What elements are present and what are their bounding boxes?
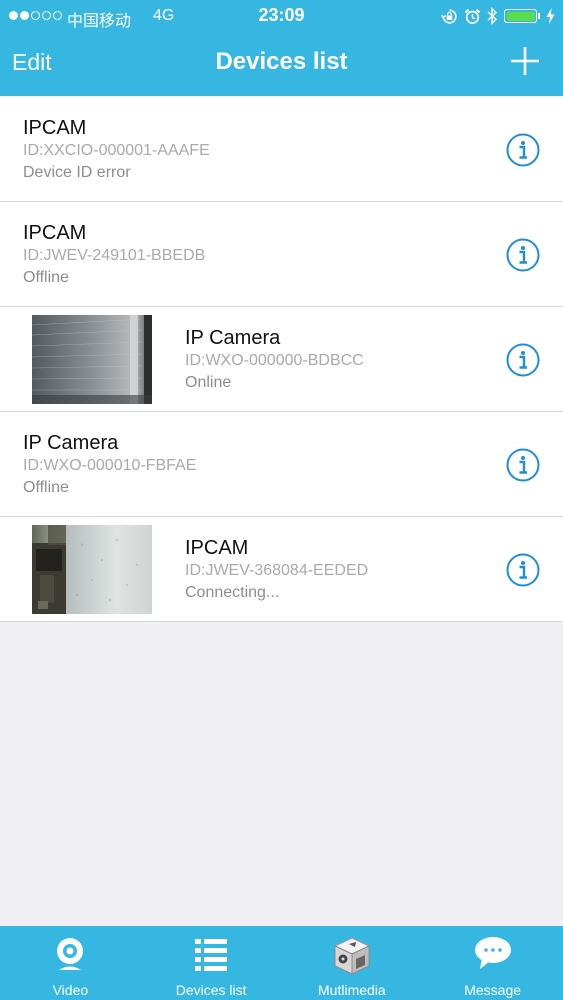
edit-button[interactable]: Edit — [12, 49, 52, 76]
device-row[interactable]: IPCAM ID:XXCIO-000001-AAAFE Device ID er… — [0, 97, 563, 202]
page-title: Devices list — [215, 48, 348, 75]
status-bar: 中国移动 4G 23:09 — [0, 0, 563, 32]
chat-bubble-icon — [474, 937, 511, 969]
device-status: Device ID error — [23, 164, 131, 181]
tab-label: Message — [464, 982, 522, 998]
device-list: IPCAM ID:XXCIO-000001-AAAFE Device ID er… — [0, 97, 563, 622]
info-icon[interactable] — [506, 553, 540, 587]
webcam-icon — [57, 938, 84, 970]
rotation-lock-icon — [441, 8, 457, 24]
list-icon — [195, 939, 228, 971]
header: 中国移动 4G 23:09 Edit Devices list — [0, 0, 563, 96]
device-name: IPCAM — [185, 537, 249, 559]
device-row[interactable]: IP Camera ID:WXO-000000-BDBCC Online — [0, 307, 563, 412]
device-status: Online — [185, 374, 232, 391]
info-icon[interactable] — [506, 448, 540, 482]
device-name: IP Camera — [185, 327, 281, 349]
device-row[interactable]: IPCAM ID:JWEV-249101-BBEDB Offline — [0, 202, 563, 307]
alarm-icon — [464, 8, 481, 24]
battery-icon — [504, 9, 540, 23]
media-box-icon — [333, 937, 371, 975]
device-id: ID:WXO-000000-BDBCC — [185, 352, 364, 369]
bluetooth-icon — [487, 7, 498, 25]
tab-message[interactable]: Message — [422, 926, 563, 1000]
device-row[interactable]: IP Camera ID:WXO-000010-FBFAE Offline — [0, 412, 563, 517]
device-status: Offline — [23, 479, 69, 496]
tab-bar: Video Devices list Mutlimedia Message — [0, 926, 563, 1000]
charging-bolt-icon — [546, 8, 555, 24]
camera-snapshot-image — [32, 315, 152, 404]
device-status: Connecting... — [185, 584, 280, 601]
info-icon[interactable] — [506, 133, 540, 167]
tab-devices-list[interactable]: Devices list — [141, 926, 282, 1000]
device-name: IP Camera — [23, 432, 119, 454]
device-id: ID:JWEV-368084-EEDED — [185, 562, 369, 579]
tab-label: Video — [52, 982, 89, 998]
info-icon[interactable] — [506, 238, 540, 272]
device-id: ID:XXCIO-000001-AAAFE — [23, 142, 210, 159]
camera-snapshot-image — [32, 525, 152, 614]
tab-label: Devices list — [175, 982, 247, 998]
device-row[interactable]: IPCAM ID:JWEV-368084-EEDED Connecting... — [0, 517, 563, 621]
device-name: IPCAM — [23, 117, 87, 139]
tab-multimedia[interactable]: Mutlimedia — [282, 926, 423, 1000]
device-id: ID:WXO-000010-FBFAE — [23, 457, 197, 474]
device-name: IPCAM — [23, 222, 87, 244]
plus-icon[interactable] — [508, 44, 542, 78]
tab-video[interactable]: Video — [0, 926, 141, 1000]
device-id: ID:JWEV-249101-BBEDB — [23, 247, 206, 264]
info-icon[interactable] — [506, 343, 540, 377]
tab-label: Mutlimedia — [318, 982, 386, 998]
device-status: Offline — [23, 269, 69, 286]
